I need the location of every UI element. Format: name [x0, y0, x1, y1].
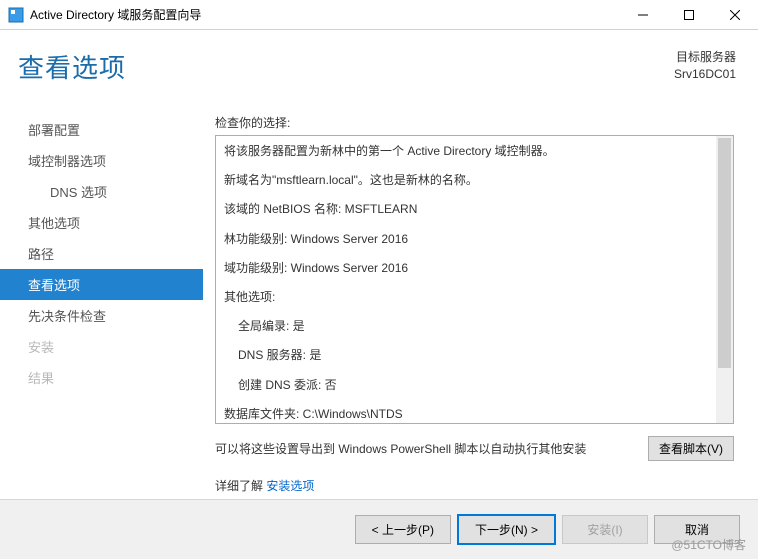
review-line: 数据库文件夹: C:\Windows\NTDS	[224, 405, 711, 424]
review-line: 其他选项:	[224, 288, 711, 307]
target-server-name: Srv16DC01	[674, 66, 736, 83]
sidebar-item-dc-options[interactable]: 域控制器选项	[0, 145, 203, 176]
app-icon	[8, 7, 24, 23]
more-info-link[interactable]: 安装选项	[266, 479, 314, 493]
sidebar-item-prereq[interactable]: 先决条件检查	[0, 300, 203, 331]
review-text: 将该服务器配置为新林中的第一个 Active Directory 域控制器。 新…	[216, 136, 733, 440]
review-line: 该域的 NetBIOS 名称: MSFTLEARN	[224, 200, 711, 219]
window-controls	[620, 0, 758, 29]
sidebar-item-results: 结果	[0, 362, 203, 393]
main-area: 部署配置 域控制器选项 DNS 选项 其他选项 路径 查看选项 先决条件检查 安…	[0, 102, 758, 499]
next-button[interactable]: 下一步(N) >	[457, 514, 556, 545]
minimize-button[interactable]	[620, 0, 666, 30]
scrollbar[interactable]	[716, 136, 733, 423]
review-line: 将该服务器配置为新林中的第一个 Active Directory 域控制器。	[224, 142, 711, 161]
close-button[interactable]	[712, 0, 758, 30]
titlebar: Active Directory 域服务配置向导	[0, 0, 758, 30]
content-panel: 检查你的选择: 将该服务器配置为新林中的第一个 Active Directory…	[203, 102, 758, 499]
maximize-button[interactable]	[666, 0, 712, 30]
review-line: DNS 服务器: 是	[224, 346, 711, 365]
scrollbar-thumb[interactable]	[718, 138, 731, 368]
export-description: 可以将这些设置导出到 Windows PowerShell 脚本以自动执行其他安…	[215, 440, 586, 457]
target-label: 目标服务器	[674, 49, 736, 66]
review-line: 林功能级别: Windows Server 2016	[224, 230, 711, 249]
sidebar: 部署配置 域控制器选项 DNS 选项 其他选项 路径 查看选项 先决条件检查 安…	[0, 102, 203, 499]
sidebar-item-additional[interactable]: 其他选项	[0, 207, 203, 238]
target-server-box: 目标服务器 Srv16DC01	[674, 49, 736, 83]
review-line: 新域名为"msftlearn.local"。这也是新林的名称。	[224, 171, 711, 190]
sidebar-item-paths[interactable]: 路径	[0, 238, 203, 269]
footer: < 上一步(P) 下一步(N) > 安装(I) 取消	[0, 499, 758, 559]
sidebar-item-deployment[interactable]: 部署配置	[0, 114, 203, 145]
review-textbox[interactable]: 将该服务器配置为新林中的第一个 Active Directory 域控制器。 新…	[215, 135, 734, 424]
more-info-prefix: 详细了解	[215, 479, 263, 493]
page-title: 查看选项	[18, 48, 126, 85]
sidebar-item-install: 安装	[0, 331, 203, 362]
review-line: 域功能级别: Windows Server 2016	[224, 259, 711, 278]
cancel-button[interactable]: 取消	[654, 515, 740, 544]
sidebar-item-review[interactable]: 查看选项	[0, 269, 203, 300]
review-line: 创建 DNS 委派: 否	[224, 376, 711, 395]
window-title: Active Directory 域服务配置向导	[30, 6, 620, 23]
review-label: 检查你的选择:	[215, 114, 734, 131]
review-line: 全局编录: 是	[224, 317, 711, 336]
more-info-row: 详细了解 安装选项	[215, 477, 734, 494]
install-button: 安装(I)	[562, 515, 648, 544]
sidebar-item-dns-options[interactable]: DNS 选项	[0, 176, 203, 207]
previous-button[interactable]: < 上一步(P)	[355, 515, 451, 544]
header: 查看选项 目标服务器 Srv16DC01	[0, 30, 758, 102]
